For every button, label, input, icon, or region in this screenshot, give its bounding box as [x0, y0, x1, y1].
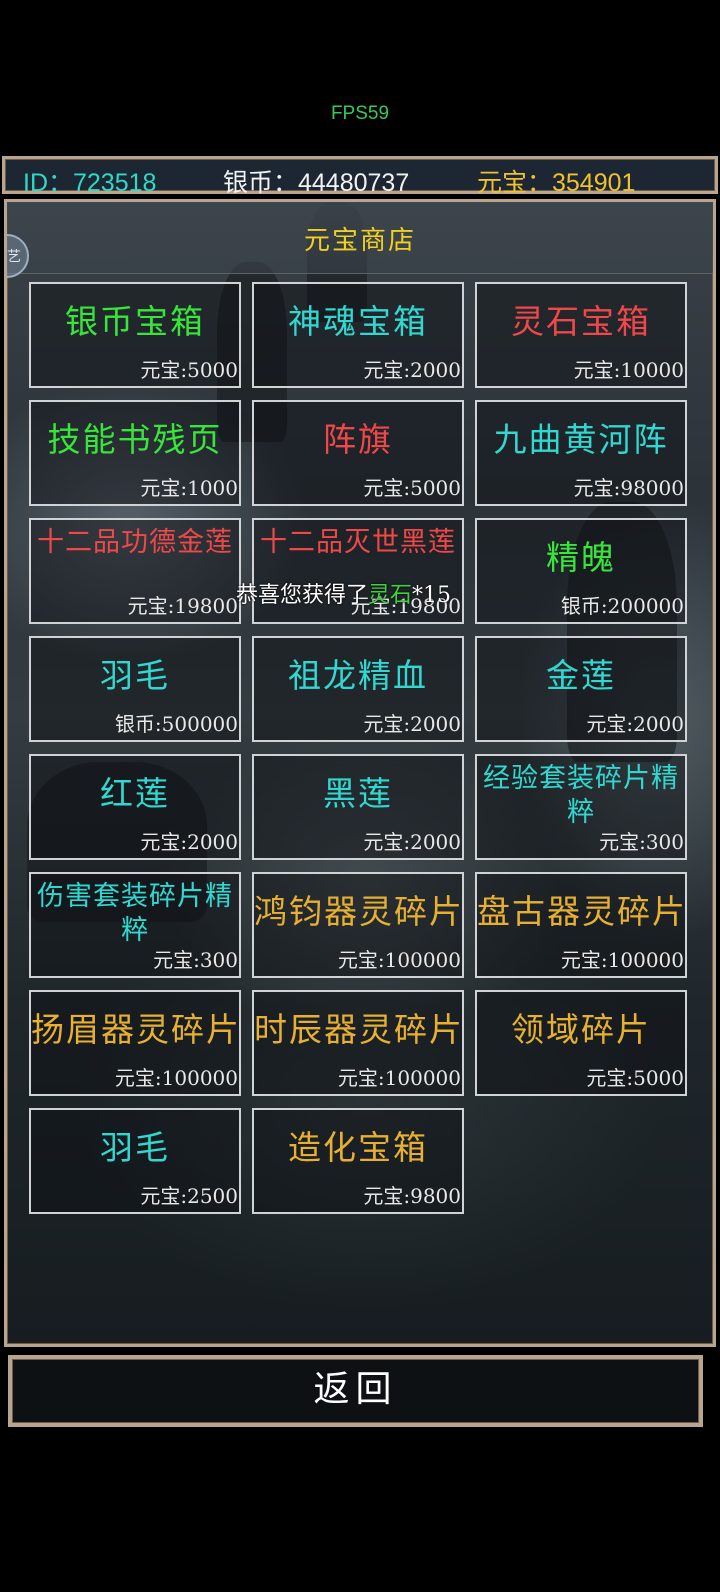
shop-item-name: 经验套装碎片精粹 — [483, 763, 679, 828]
shop-item-name: 技能书残页 — [47, 420, 223, 459]
shop-item-price: 元宝:2000 — [363, 358, 461, 382]
shop-item-price: 元宝:2000 — [363, 830, 461, 854]
shop-item-name: 精魄 — [546, 538, 616, 577]
shop-item-card[interactable]: 红莲元宝:2000 — [29, 754, 241, 860]
currency-bar: ID：723518 银币：44480737 元宝：354901 — [2, 156, 718, 197]
shop-item-card[interactable]: 阵旗元宝:5000 — [252, 400, 464, 506]
shop-item-card[interactable]: 领域碎片元宝:5000 — [475, 990, 687, 1096]
shop-title: 元宝商店 — [303, 226, 416, 256]
shop-item-card[interactable]: 九曲黄河阵元宝:98000 — [475, 400, 687, 506]
shop-item-price: 元宝:100000 — [337, 948, 461, 972]
shop-item-name: 九曲黄河阵 — [493, 420, 669, 459]
shop-item-price: 元宝:5000 — [586, 1066, 684, 1090]
silver-balance: 银币：44480737 — [223, 169, 410, 197]
shop-item-price: 银币:200000 — [560, 594, 684, 618]
shop-item-name: 黑莲 — [323, 774, 393, 813]
shop-item-card[interactable]: 鸿钧器灵碎片元宝:100000 — [252, 872, 464, 978]
game-screen: FPS59 ID：723518 银币：44480737 元宝：354901 元宝… — [0, 0, 720, 1592]
shop-item-name: 十二品灭世黑莲 — [260, 527, 456, 558]
shop-item-name: 红莲 — [100, 774, 170, 813]
reward-toast: 恭喜您获得了灵石*15 — [236, 577, 451, 609]
shop-item-name: 伤害套装碎片精粹 — [37, 881, 233, 946]
shop-item-price: 元宝:9800 — [363, 1184, 461, 1208]
side-menu-glyph: 艺 — [7, 249, 21, 265]
shop-panel: 元宝商店 艺 银币宝箱 元宝:5000 神魂宝箱 元宝:2000 灵石宝箱 元宝:1000… — [4, 199, 716, 1347]
shop-item-card[interactable]: 神魂宝箱元宝:2000 — [252, 282, 464, 388]
shop-item-name: 阵旗 — [323, 420, 393, 459]
fps-counter: FPS59 — [330, 103, 390, 124]
shop-item-price: 银币:500000 — [114, 712, 238, 736]
shop-item-name: 祖龙精血 — [288, 656, 428, 695]
shop-item-price: 元宝:100000 — [114, 1066, 238, 1090]
shop-item-name: 银币宝箱 — [65, 302, 205, 341]
shop-item-card[interactable]: 祖龙精血元宝:2000 — [252, 636, 464, 742]
toast-prefix: 恭喜您获得了 — [236, 583, 369, 608]
shop-item-card[interactable]: 羽毛银币:500000 — [29, 636, 241, 742]
shop-item-price: 元宝:100000 — [560, 948, 684, 972]
shop-item-card[interactable]: 金莲元宝:2000 — [475, 636, 687, 742]
shop-item-card[interactable]: 精魄银币:200000 — [475, 518, 687, 624]
shop-item-card[interactable]: 盘古器灵碎片元宝:100000 — [475, 872, 687, 978]
shop-item-price: 元宝:2000 — [140, 830, 238, 854]
shop-item-card[interactable]: 银币宝箱元宝:5000 — [29, 282, 241, 388]
shop-item-card[interactable]: 伤害套装碎片精粹 元宝:300 — [29, 872, 241, 978]
shop-item-price: 元宝:2000 — [363, 712, 461, 736]
toast-item: 灵石 — [368, 583, 413, 608]
shop-item-card[interactable]: 灵石宝箱元宝:10000 — [475, 282, 687, 388]
shop-item-price: 元宝:5000 — [363, 476, 461, 500]
shop-item-card[interactable]: 扬眉器灵碎片元宝:100000 — [29, 990, 241, 1096]
shop-item-price: 元宝:300 — [599, 830, 684, 854]
shop-item-name: 神魂宝箱 — [288, 302, 428, 341]
player-id: ID：723518 — [23, 169, 157, 197]
shop-item-price: 元宝:100000 — [337, 1066, 461, 1090]
shop-item-name: 盘古器灵碎片 — [477, 892, 687, 931]
shop-item-name: 金莲 — [546, 656, 616, 695]
shop-item-price: 元宝:2500 — [140, 1184, 238, 1208]
shop-item-name: 扬眉器灵碎片 — [31, 1010, 241, 1049]
shop-item-name: 羽毛 — [100, 656, 170, 695]
shop-item-name: 领域碎片 — [511, 1010, 651, 1049]
shop-item-card[interactable]: 羽毛元宝:2500 — [29, 1108, 241, 1214]
shop-item-name: 十二品功德金莲 — [37, 527, 233, 558]
shop-item-price: 元宝:98000 — [573, 476, 684, 500]
shop-item-card[interactable]: 技能书残页元宝:1000 — [29, 400, 241, 506]
shop-item-card[interactable]: 时辰器灵碎片元宝:100000 — [252, 990, 464, 1096]
shop-item-price: 元宝:19800 — [127, 594, 238, 618]
shop-item-name: 灵石宝箱 — [511, 302, 651, 341]
toast-suffix: *15 — [412, 583, 452, 608]
shop-item-card[interactable]: 黑莲元宝:2000 — [252, 754, 464, 860]
shop-item-price: 元宝:10000 — [573, 358, 684, 382]
shop-item-price: 元宝:2000 — [586, 712, 684, 736]
gold-balance: 元宝：354901 — [477, 169, 636, 197]
shop-item-name: 造化宝箱 — [288, 1128, 428, 1167]
shop-item-price: 元宝:300 — [153, 948, 238, 972]
shop-item-name: 鸿钧器灵碎片 — [254, 892, 464, 931]
shop-item-card[interactable]: 经验套装碎片精粹 元宝:300 — [475, 754, 687, 860]
shop-item-name: 羽毛 — [100, 1128, 170, 1167]
back-button[interactable]: 返回 — [8, 1355, 703, 1427]
shop-item-price: 元宝:1000 — [140, 476, 238, 500]
shop-item-card[interactable]: 造化宝箱元宝:9800 — [252, 1108, 464, 1214]
shop-item-card[interactable]: 十二品功德金莲元宝:19800 — [29, 518, 241, 624]
shop-item-name: 时辰器灵碎片 — [254, 1010, 464, 1049]
shop-item-price: 元宝:5000 — [140, 358, 238, 382]
